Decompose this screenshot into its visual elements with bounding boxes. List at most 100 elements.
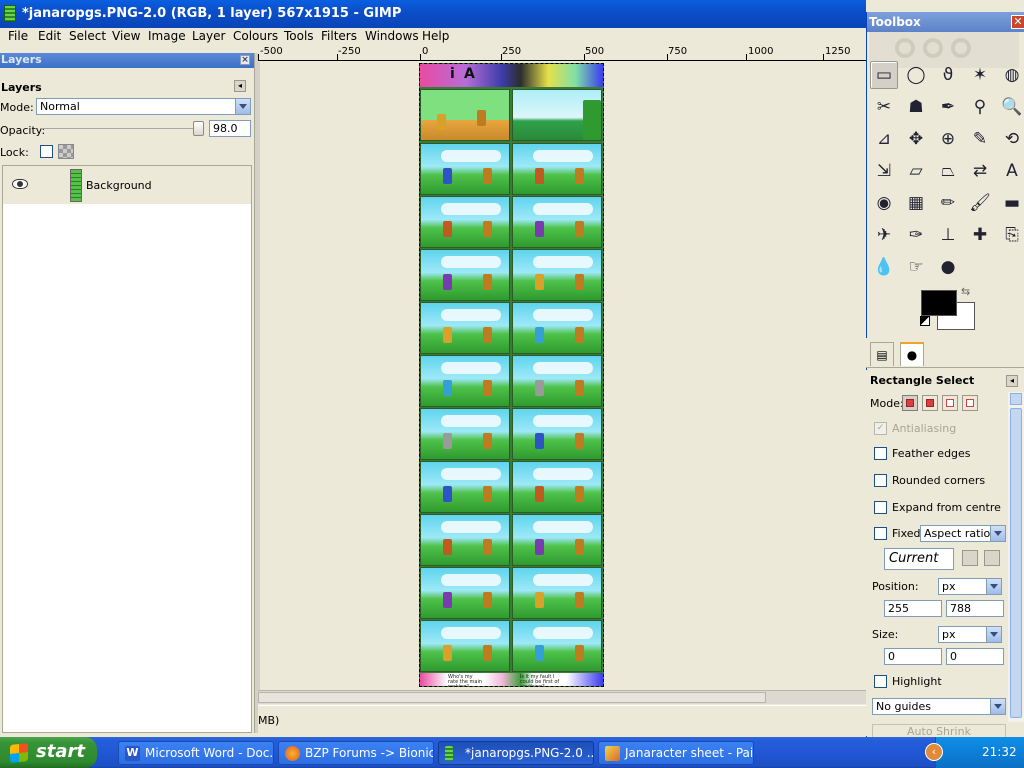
layer-name[interactable]: Background xyxy=(86,179,152,192)
perspective-clone-icon[interactable]: ⎘ xyxy=(998,221,1024,249)
close-icon[interactable]: × xyxy=(240,55,250,65)
opacity-spinner[interactable]: 98.0 xyxy=(209,120,251,137)
layer-row-background[interactable]: Background xyxy=(3,166,251,204)
dock-menu-icon[interactable]: ◂ xyxy=(234,80,246,92)
start-button[interactable]: start xyxy=(0,737,97,768)
menu-tools[interactable]: Tools xyxy=(284,29,314,43)
tab-tool-options[interactable]: ● xyxy=(900,342,924,366)
lock-pixels-checkbox[interactable] xyxy=(40,145,53,158)
flip-icon[interactable]: ⇄ xyxy=(966,157,994,185)
tool-options-scrollbar[interactable] xyxy=(1008,392,1024,722)
paths-icon[interactable]: ✒ xyxy=(934,93,962,121)
rect-select-icon[interactable]: ▭ xyxy=(870,61,898,89)
vertical-ruler[interactable] xyxy=(258,62,260,690)
position-y-field[interactable]: 788 xyxy=(946,600,1004,617)
fixed-value-field[interactable]: Current xyxy=(884,548,954,570)
layer-mode-select[interactable]: Normal xyxy=(36,98,251,115)
eraser-icon[interactable]: ▬ xyxy=(998,189,1024,217)
highlight-checkbox[interactable] xyxy=(874,675,887,688)
text-icon[interactable]: A xyxy=(998,157,1024,185)
foreground-color-swatch-top[interactable] xyxy=(921,290,957,316)
opacity-slider-track[interactable] xyxy=(40,128,200,129)
scissors-icon[interactable]: ✂ xyxy=(870,93,898,121)
color-picker-icon[interactable]: ⚲ xyxy=(966,93,994,121)
mode-subtract-button[interactable] xyxy=(942,395,958,411)
pencil-icon[interactable]: ✏ xyxy=(934,189,962,217)
guides-select[interactable]: No guides xyxy=(872,698,1006,715)
task-paint[interactable]: Janaracter sheet - Paint xyxy=(598,741,754,765)
menu-image[interactable]: Image xyxy=(148,29,186,43)
size-unit-select[interactable]: px xyxy=(938,626,1002,643)
menu-colours[interactable]: Colours xyxy=(233,29,278,43)
foreground-select-icon[interactable]: ☗ xyxy=(902,93,930,121)
menu-layer[interactable]: Layer xyxy=(192,29,225,43)
image-canvas[interactable]: i A Who's my rate the main rocking? Is it… xyxy=(419,63,604,687)
heal-icon[interactable]: ✚ xyxy=(966,221,994,249)
mode-add-button[interactable] xyxy=(922,395,938,411)
fixed-mode-select[interactable]: Aspect ratio xyxy=(920,525,1006,542)
feather-edges-checkbox[interactable] xyxy=(874,447,887,460)
size-height-field[interactable]: 0 xyxy=(946,648,1004,665)
lasso-icon[interactable]: ϑ xyxy=(934,61,962,89)
mode-replace-button[interactable] xyxy=(902,395,918,411)
fuzzy-select-icon[interactable]: ✶ xyxy=(966,61,994,89)
menu-select[interactable]: Select xyxy=(69,29,106,43)
scale-icon[interactable]: ⇲ xyxy=(870,157,898,185)
align-icon[interactable]: ⊕ xyxy=(934,125,962,153)
menu-edit[interactable]: Edit xyxy=(38,29,61,43)
scrollbar-thumb[interactable] xyxy=(258,692,766,703)
measure-icon[interactable]: ⊿ xyxy=(870,125,898,153)
portrait-icon[interactable] xyxy=(962,550,978,566)
fixed-checkbox[interactable] xyxy=(874,527,887,540)
rotate-icon[interactable]: ⟲ xyxy=(998,125,1024,153)
bucket-fill-icon[interactable]: ◉ xyxy=(870,189,898,217)
default-colors-icon[interactable] xyxy=(920,316,930,326)
expand-from-centre-checkbox[interactable] xyxy=(874,501,887,514)
scroll-up-icon[interactable] xyxy=(1010,393,1022,405)
crop-icon[interactable]: ✎ xyxy=(966,125,994,153)
dodge-burn-icon[interactable]: ● xyxy=(934,253,962,281)
close-icon[interactable]: ✕ xyxy=(1011,15,1024,29)
dock-menu-icon[interactable]: ◂ xyxy=(1006,375,1018,387)
toolbox-titlebar[interactable]: Toolbox ✕ xyxy=(867,12,1024,32)
task-firefox[interactable]: BZP Forums -> Bionicl... xyxy=(278,741,434,765)
size-width-field[interactable]: 0 xyxy=(884,648,942,665)
horizontal-ruler[interactable]: -500 -250 0 250 500 750 1000 1250 xyxy=(258,45,866,61)
tray-expand-icon[interactable]: ‹ xyxy=(925,743,943,761)
auto-shrink-button[interactable]: Auto Shrink xyxy=(872,724,1006,738)
menu-view[interactable]: View xyxy=(112,29,140,43)
tab-device-status[interactable]: ▤ xyxy=(870,342,894,366)
clone-icon[interactable]: ⊥ xyxy=(934,221,962,249)
eye-icon[interactable] xyxy=(12,179,28,189)
ink-icon[interactable]: ✑ xyxy=(902,221,930,249)
window-titlebar[interactable]: *janaropgs.PNG-2.0 (RGB, 1 layer) 567x19… xyxy=(0,0,866,28)
select-by-color-icon[interactable]: ◍ xyxy=(998,61,1024,89)
menu-filters[interactable]: Filters xyxy=(321,29,357,43)
task-word[interactable]: W Microsoft Word - Doc... xyxy=(118,741,274,765)
rounded-corners-checkbox[interactable] xyxy=(874,474,887,487)
landscape-icon[interactable] xyxy=(984,550,1000,566)
mode-intersect-button[interactable] xyxy=(962,395,978,411)
menu-file[interactable]: File xyxy=(8,29,28,43)
blur-icon[interactable]: 💧 xyxy=(870,253,898,281)
antialiasing-checkbox[interactable]: ✓ xyxy=(874,422,887,435)
paintbrush-icon[interactable]: 🖌 xyxy=(966,189,994,217)
ellipse-select-icon[interactable]: ◯ xyxy=(902,61,930,89)
swap-colors-icon[interactable]: ⇆ xyxy=(961,286,973,298)
smudge-icon[interactable]: ☞ xyxy=(902,253,930,281)
menu-help[interactable]: Help xyxy=(422,29,449,43)
airbrush-icon[interactable]: ✈ xyxy=(870,221,898,249)
canvas-horizontal-scrollbar[interactable] xyxy=(258,690,866,704)
menu-windows[interactable]: Windows xyxy=(365,29,419,43)
perspective-icon[interactable]: ⏢ xyxy=(934,157,962,185)
opacity-slider-handle[interactable] xyxy=(193,121,204,136)
move-icon[interactable]: ✥ xyxy=(902,125,930,153)
scrollbar-thumb[interactable] xyxy=(1010,408,1022,718)
blend-icon[interactable]: ▦ xyxy=(902,189,930,217)
task-gimp[interactable]: *janaropgs.PNG-2.0 ... xyxy=(438,741,594,765)
zoom-icon[interactable]: 🔍 xyxy=(998,93,1024,121)
position-x-field[interactable]: 255 xyxy=(884,600,942,617)
shear-icon[interactable]: ▱ xyxy=(902,157,930,185)
clock[interactable]: 21:32 xyxy=(982,745,1017,759)
lock-alpha-icon[interactable] xyxy=(58,144,74,159)
